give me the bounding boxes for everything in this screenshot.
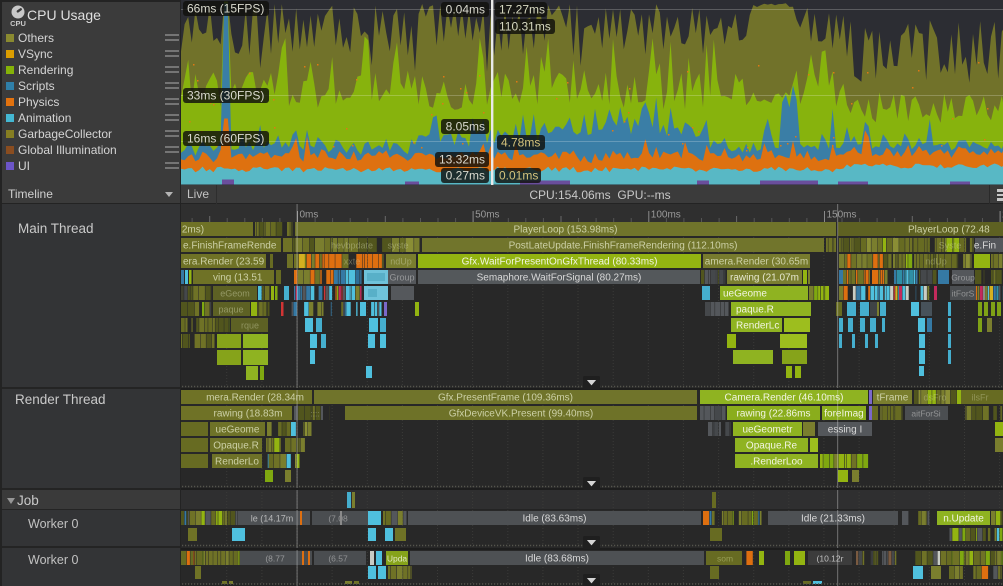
svg-text:Upda: Upda	[387, 554, 408, 564]
svg-text:foreImag: foreImag	[824, 409, 863, 420]
svg-text:PlayerLoop (153.98ms): PlayerLoop (153.98ms)	[514, 225, 618, 236]
svg-text:PostLateUpdate.FinishFrameRend: PostLateUpdate.FinishFrameRendering (112…	[509, 241, 738, 252]
svg-text:CPU: CPU	[10, 19, 26, 27]
svg-text:Opaque.R: Opaque.R	[213, 441, 259, 452]
svg-text:(6.57: (6.57	[328, 554, 348, 564]
svg-text:Idle (83.63ms): Idle (83.63ms)	[523, 514, 587, 525]
svg-text:dsFro: dsFro	[923, 393, 946, 403]
svg-text:66ms (15FPS): 66ms (15FPS)	[187, 2, 264, 16]
svg-text:GfxDeviceVK.Present (99.40ms): GfxDeviceVK.Present (99.40ms)	[449, 409, 594, 420]
svg-text:(8.77: (8.77	[265, 554, 285, 564]
svg-text:essing I: essing I	[828, 425, 862, 436]
svg-text:.RenderLoo: .RenderLoo	[750, 457, 803, 468]
svg-text:110.31ms: 110.31ms	[499, 20, 551, 34]
svg-text:Opaque.Re: Opaque.Re	[746, 441, 798, 452]
svg-text:som: som	[717, 554, 733, 564]
svg-text:Semaphore.WaitForSignal (80.27: Semaphore.WaitForSignal (80.27ms)	[477, 273, 642, 284]
svg-text:Camera.Render (46.10ms): Camera.Render (46.10ms)	[725, 393, 844, 404]
svg-text:4.78ms: 4.78ms	[501, 136, 540, 150]
svg-text:tFrame: tFrame	[877, 393, 909, 404]
svg-text:2ms): 2ms)	[182, 225, 204, 236]
svg-text:0.01ms: 0.01ms	[499, 169, 538, 183]
svg-text:Gfx.WaitForPresentOnGfxThread: Gfx.WaitForPresentOnGfxThread (80.33ms)	[462, 257, 658, 268]
svg-text:hevbpdate: hevbpdate	[331, 241, 373, 251]
svg-text:50ms: 50ms	[475, 210, 499, 221]
svg-text:itForS: itForS	[952, 289, 975, 299]
svg-text:e.FinishFrameRende: e.FinishFrameRende	[183, 241, 277, 252]
svg-text:17.27ms: 17.27ms	[499, 3, 545, 17]
svg-text:Idle (21.33ms): Idle (21.33ms)	[801, 514, 865, 525]
svg-text:PlayerLoop (72.48: PlayerLoop (72.48	[908, 225, 990, 236]
svg-text:16ms (60FPS): 16ms (60FPS)	[187, 132, 264, 146]
svg-text:era.Render (23.59: era.Render (23.59	[183, 257, 265, 268]
svg-text:ndUp: ndUp	[390, 257, 412, 267]
svg-text:ndUp: ndUp	[925, 257, 947, 267]
svg-text:ueGeometr: ueGeometr	[742, 425, 793, 436]
svg-text:(10.12r: (10.12r	[817, 554, 844, 564]
svg-text:e.Fin: e.Fin	[974, 241, 996, 252]
svg-text:aitForSi: aitForSi	[911, 409, 940, 419]
svg-text:rque: rque	[241, 321, 259, 331]
svg-text:amera.Render (30.65m: amera.Render (30.65m	[705, 257, 808, 268]
svg-text:le (14.17m: le (14.17m	[251, 514, 294, 524]
svg-text:Group: Group	[389, 273, 414, 283]
svg-text:Syste: Syste	[939, 241, 962, 251]
svg-text:n.Update: n.Update	[943, 514, 984, 525]
svg-text:ving (13.51: ving (13.51	[213, 273, 263, 284]
svg-text:33ms (30FPS): 33ms (30FPS)	[187, 89, 264, 103]
svg-text:ueGeome: ueGeome	[723, 289, 767, 300]
svg-text:xxte: xxte	[344, 257, 361, 267]
svg-text:paque: paque	[218, 305, 243, 315]
svg-text:eGeom: eGeom	[220, 289, 250, 299]
svg-text:rawing (18.83m: rawing (18.83m	[214, 409, 283, 420]
svg-text:ilsFr: ilsFr	[972, 393, 989, 403]
svg-text:paque.R: paque.R	[736, 305, 774, 316]
svg-text:Group: Group	[951, 273, 975, 283]
svg-text:syste: syste	[387, 241, 408, 251]
svg-text:13.32ms: 13.32ms	[439, 153, 485, 167]
svg-text:(7.08: (7.08	[328, 514, 348, 524]
svg-text:RenderLo: RenderLo	[215, 457, 259, 468]
svg-text:8.05ms: 8.05ms	[446, 120, 485, 134]
svg-text:0.27ms: 0.27ms	[446, 169, 485, 183]
svg-text:RenderLc: RenderLc	[736, 321, 779, 332]
svg-text:::::: ::::	[311, 410, 320, 419]
svg-text:Idle (83.68ms): Idle (83.68ms)	[525, 554, 589, 565]
svg-text:rawing (22.86ms: rawing (22.86ms	[737, 409, 811, 420]
svg-text:ueGeome: ueGeome	[216, 425, 260, 436]
svg-text:Gfx.PresentFrame (109.36ms): Gfx.PresentFrame (109.36ms)	[438, 393, 573, 404]
svg-text:rawing (21.07m: rawing (21.07m	[730, 273, 799, 284]
svg-text:mera.Render (28.34m: mera.Render (28.34m	[206, 393, 304, 404]
svg-text:0.04ms: 0.04ms	[446, 3, 485, 17]
svg-text:100ms: 100ms	[651, 210, 681, 221]
